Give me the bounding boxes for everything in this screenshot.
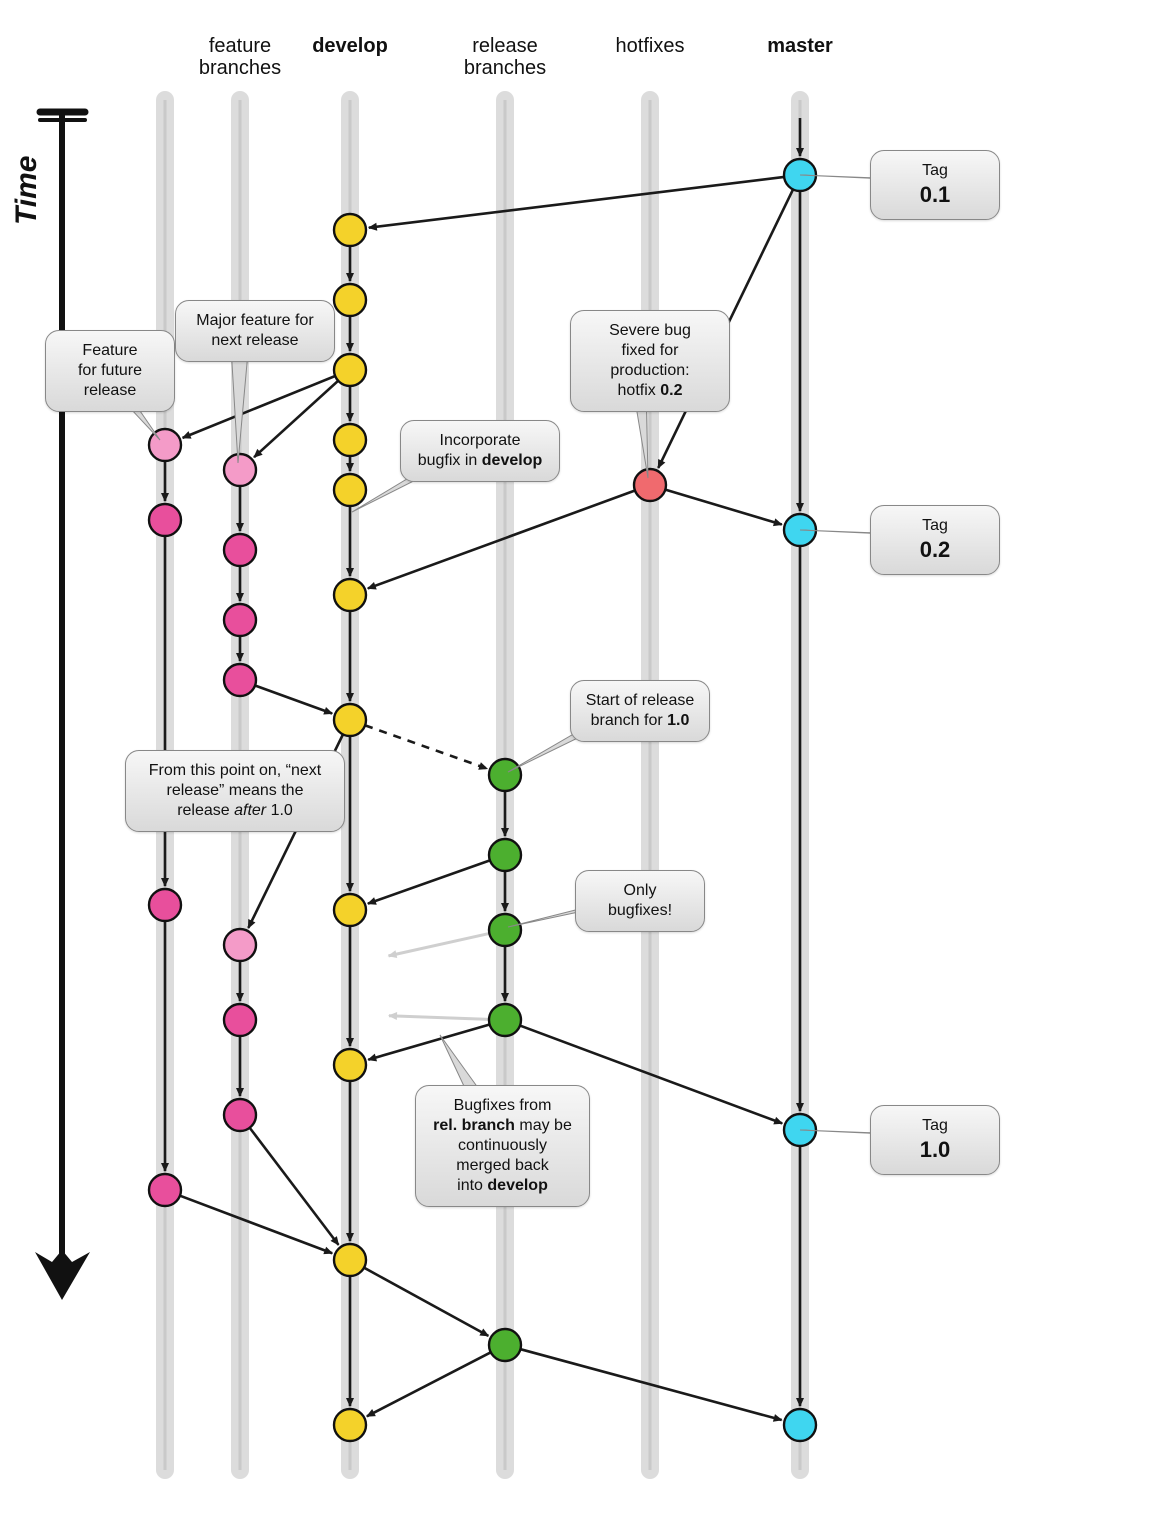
commit-fb3 xyxy=(224,664,256,696)
commit-d10 xyxy=(334,1409,366,1441)
commit-fa2 xyxy=(149,889,181,921)
commit-d4 xyxy=(334,474,366,506)
commit-d1 xyxy=(334,284,366,316)
commit-d0 xyxy=(334,214,366,246)
lane-label-release: releasebranches xyxy=(464,35,546,79)
callout-from: From this point on, “next release” means… xyxy=(125,750,345,832)
commit-r1 xyxy=(489,839,521,871)
commit-d9 xyxy=(334,1244,366,1276)
callout-start: Start of release branch for 1.0 xyxy=(570,680,710,742)
commit-d3 xyxy=(334,424,366,456)
callout-incorp: Incorporate bugfix in develop xyxy=(400,420,560,482)
commit-fb5 xyxy=(224,1004,256,1036)
commit-fa1 xyxy=(149,504,181,536)
commit-fb4 xyxy=(224,929,256,961)
callout-ffr: Feature for future release xyxy=(45,330,175,412)
lane-label-develop: develop xyxy=(312,35,388,57)
callout-bfix: Bugfixes from rel. branch may be continu… xyxy=(415,1085,590,1207)
commit-r2 xyxy=(489,914,521,946)
commit-d7 xyxy=(334,894,366,926)
commit-fb2 xyxy=(224,604,256,636)
commit-d8 xyxy=(334,1049,366,1081)
commit-fb6 xyxy=(224,1099,256,1131)
callout-tag01: Tag0.1 xyxy=(870,150,1000,220)
lane-label-hotfixes: hotfixes xyxy=(616,35,685,57)
commit-m3 xyxy=(784,1409,816,1441)
commit-fa3 xyxy=(149,1174,181,1206)
callout-mfr: Major feature for next release xyxy=(175,300,335,362)
commit-d2 xyxy=(334,354,366,386)
commit-d6 xyxy=(334,704,366,736)
commit-fb1 xyxy=(224,534,256,566)
commit-h0 xyxy=(634,469,666,501)
commit-r0 xyxy=(489,759,521,791)
callout-only: Only bugfixes! xyxy=(575,870,705,932)
callout-tag10: Tag1.0 xyxy=(870,1105,1000,1175)
commit-r3 xyxy=(489,1004,521,1036)
callout-tag02: Tag0.2 xyxy=(870,505,1000,575)
commit-d5 xyxy=(334,579,366,611)
callout-sbug: Severe bug fixed for production: hotfix … xyxy=(570,310,730,412)
commit-fb0 xyxy=(224,454,256,486)
lane-label-master: master xyxy=(767,35,833,57)
commit-r4 xyxy=(489,1329,521,1361)
lane-label-feature: featurebranches xyxy=(199,35,281,79)
